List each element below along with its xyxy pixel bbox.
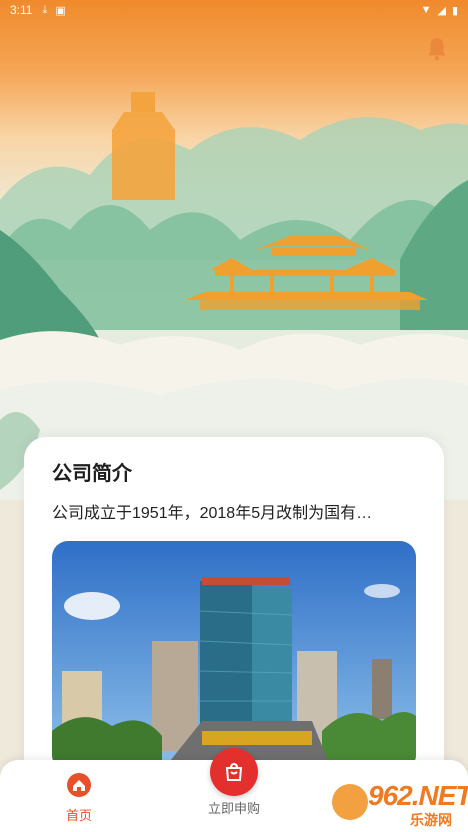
status-bar: 3:11 ⤓ ▣ ▼ ◢ ▮ (0, 0, 468, 20)
watermark-sub: 乐游网 (410, 812, 452, 828)
tab-home-label: 首页 (65, 808, 92, 823)
hero-banner (0, 0, 468, 500)
shopping-bag-icon (225, 762, 243, 781)
watermark-logo-icon (332, 784, 368, 820)
company-building-photo (52, 541, 416, 771)
site-watermark: 962.NET 乐游网 (330, 778, 468, 830)
company-intro-card[interactable]: 公司简介 公司成立于1951年，2018年5月改制为国有… (24, 437, 444, 771)
signal-icon: ◢ (437, 4, 446, 17)
card-title: 公司简介 (52, 463, 132, 485)
bottle-silhouette (112, 92, 175, 200)
card-description: 公司成立于1951年，2018年5月改制为国有… (52, 505, 373, 522)
buy-button[interactable] (210, 748, 258, 796)
tab-buy-label: 立即申购 (207, 801, 260, 816)
wifi-icon: ▼ (420, 4, 432, 16)
tab-buy[interactable]: 立即申购 (194, 798, 274, 817)
watermark-main: 962.NET (368, 780, 468, 811)
download-icon: ⤓ (42, 3, 48, 16)
battery-icon: ▮ (451, 4, 458, 17)
home-icon (67, 773, 91, 797)
bell-icon[interactable] (424, 36, 450, 62)
app-notification-icon: ▣ (55, 4, 66, 17)
status-time: 3:11 (10, 3, 33, 17)
tab-home[interactable]: 首页 (54, 772, 104, 824)
